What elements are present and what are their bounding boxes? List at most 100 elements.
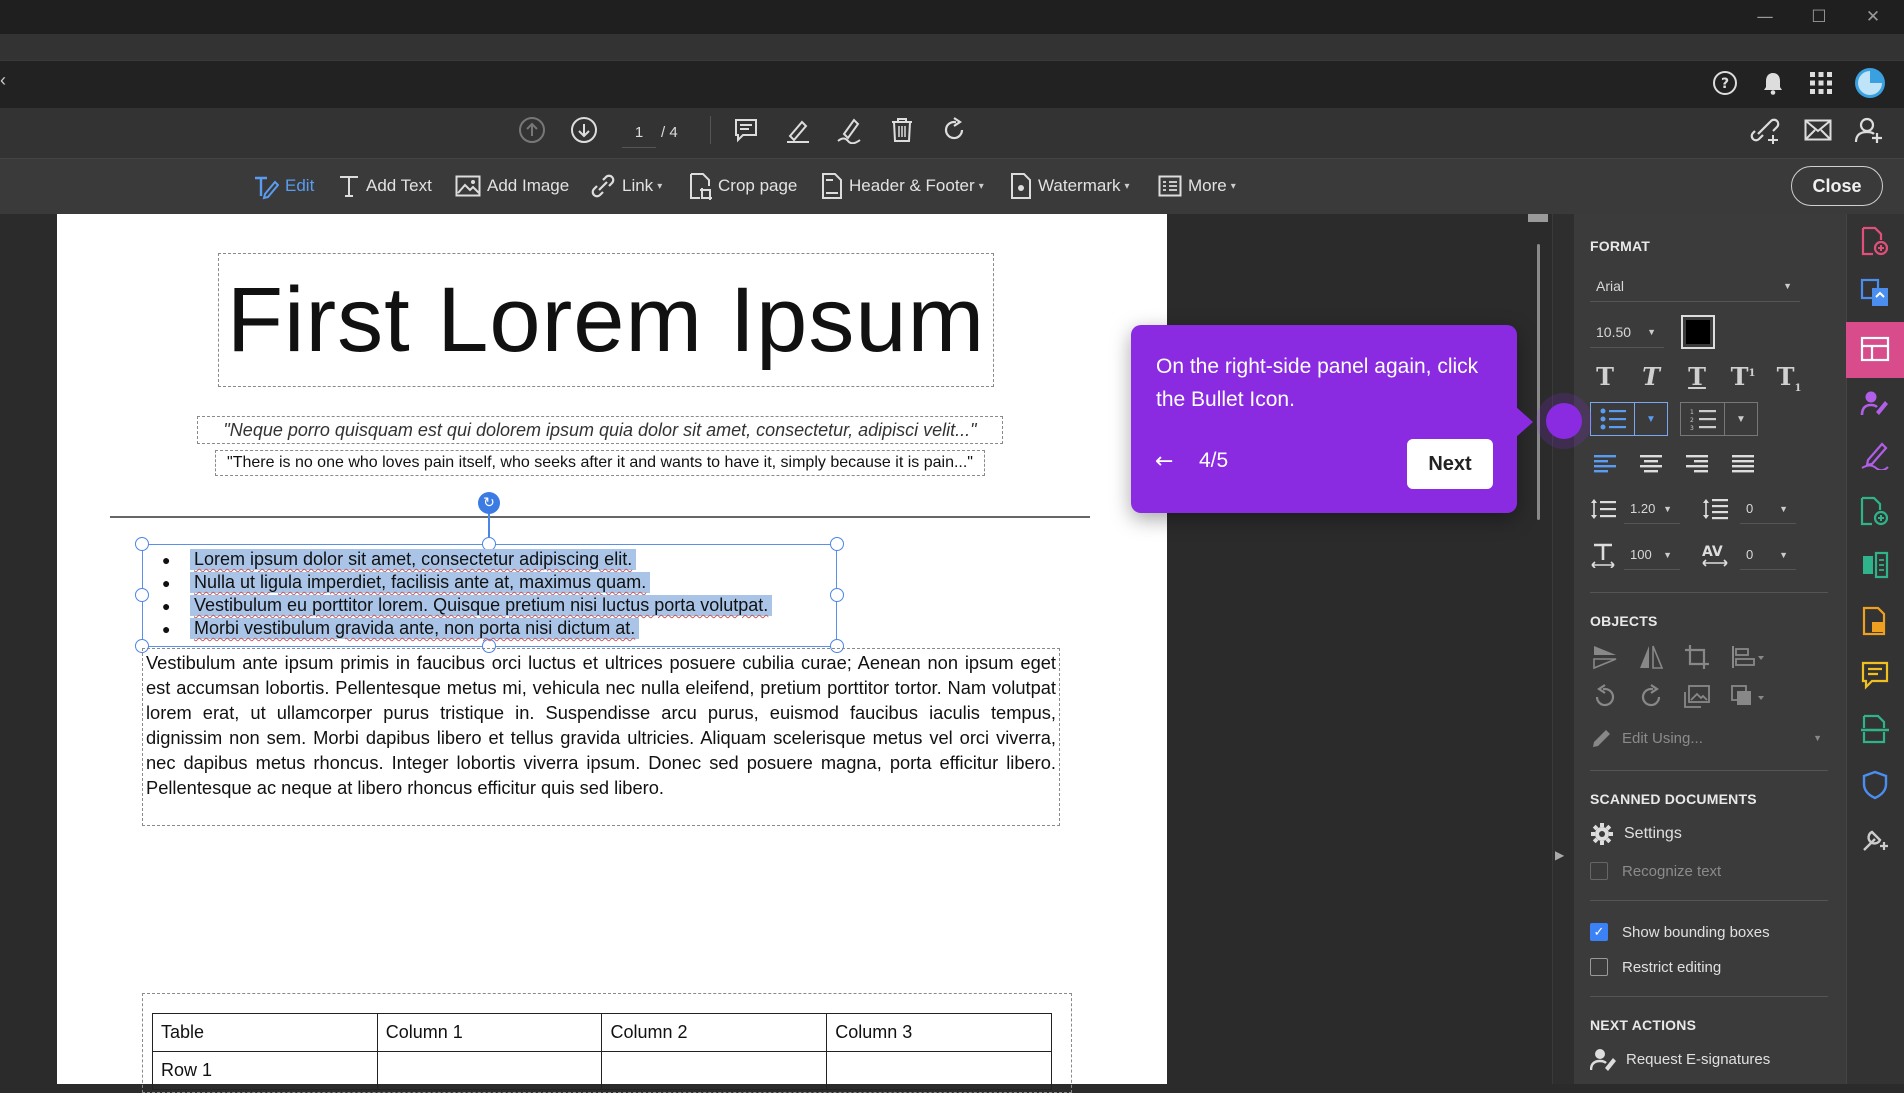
- next-page-icon[interactable]: [568, 114, 600, 146]
- request-esignatures-button[interactable]: Request E-signatures: [1590, 1044, 1770, 1074]
- quote-2-text-box[interactable]: "There is no one who loves pain itself, …: [215, 450, 985, 476]
- page-number-input[interactable]: 1: [622, 118, 656, 148]
- table-cell[interactable]: Table: [152, 1013, 378, 1052]
- font-family-dropdown[interactable]: Arial ▼: [1590, 270, 1800, 302]
- export-pdf-icon[interactable]: [1858, 224, 1892, 258]
- flip-horizontal-icon[interactable]: [1636, 642, 1666, 672]
- edit-using-dropdown[interactable]: Edit Using... ▼: [1590, 722, 1822, 754]
- draw-signature-icon[interactable]: [834, 114, 866, 146]
- document-title[interactable]: First Lorem Ipsum: [227, 268, 985, 373]
- scan-settings-button[interactable]: Settings: [1590, 818, 1682, 850]
- numbered-list-icon[interactable]: 123: [1681, 403, 1725, 435]
- table-cell[interactable]: Column 2: [601, 1013, 828, 1052]
- replace-image-icon[interactable]: [1682, 682, 1712, 712]
- show-bounding-boxes-option[interactable]: ✓ Show bounding boxes: [1590, 917, 1770, 947]
- request-signatures-rail-icon[interactable]: [1858, 386, 1892, 420]
- restrict-editing-checkbox[interactable]: [1590, 958, 1608, 976]
- text-color-swatch[interactable]: [1681, 315, 1715, 349]
- watermark-button[interactable]: Watermark ▾: [1010, 168, 1130, 204]
- walkthrough-beacon[interactable]: [1546, 403, 1582, 439]
- resize-handle-middle-left[interactable]: [135, 588, 149, 602]
- collapse-panel-arrow-icon[interactable]: ▶: [1555, 848, 1564, 862]
- convert-pdf-icon[interactable]: [1858, 276, 1892, 310]
- combine-files-icon[interactable]: [1858, 604, 1892, 638]
- bullet-list[interactable]: ● Lorem ipsum dolor sit amet, consectetur…: [162, 548, 822, 640]
- line-spacing-dropdown[interactable]: 1.20 ▼: [1624, 494, 1680, 524]
- table-cell[interactable]: Column 3: [826, 1013, 1052, 1052]
- protect-shield-icon[interactable]: [1858, 768, 1892, 802]
- body-paragraph[interactable]: Vestibulum ante ipsum primis in faucibus…: [146, 650, 1056, 800]
- show-bounding-boxes-checkbox[interactable]: ✓: [1590, 923, 1608, 941]
- more-tools-wrench-icon[interactable]: [1858, 822, 1892, 856]
- bullet-list-button[interactable]: ▼: [1590, 402, 1668, 436]
- add-text-button[interactable]: Add Text: [338, 168, 432, 204]
- comment-icon[interactable]: [730, 114, 762, 146]
- text-subscript-icon[interactable]: T1: [1774, 362, 1804, 394]
- tooltip-next-button[interactable]: Next: [1407, 439, 1493, 489]
- numbered-list-dropdown-icon[interactable]: ▼: [1725, 403, 1757, 435]
- resize-handle-top-left[interactable]: [135, 537, 149, 551]
- rotate-right-icon[interactable]: [1636, 682, 1666, 712]
- paragraph-spacing-dropdown[interactable]: 0 ▼: [1740, 494, 1796, 524]
- text-bold-icon[interactable]: T: [1590, 362, 1620, 391]
- panel-collapse-strip[interactable]: [1552, 214, 1574, 1084]
- rotate-handle-icon[interactable]: ↻: [478, 492, 500, 514]
- tab-scroll-left-icon[interactable]: ‹: [0, 70, 6, 91]
- organize-pages-icon[interactable]: [1858, 548, 1892, 582]
- rotate-left-icon[interactable]: [1590, 682, 1620, 712]
- link-button[interactable]: Link ▾: [590, 168, 662, 204]
- font-size-dropdown[interactable]: 10.50 ▼: [1590, 316, 1664, 348]
- apps-grid-icon[interactable]: [1804, 66, 1838, 100]
- align-objects-icon[interactable]: [1728, 642, 1768, 672]
- rotate-icon[interactable]: [938, 114, 970, 146]
- restrict-editing-option[interactable]: Restrict editing: [1590, 952, 1721, 982]
- recognize-text-checkbox[interactable]: [1590, 862, 1608, 880]
- fill-sign-icon[interactable]: [1858, 438, 1892, 472]
- align-right-icon[interactable]: [1682, 452, 1712, 476]
- user-avatar[interactable]: [1852, 65, 1888, 101]
- add-image-button[interactable]: Add Image: [455, 168, 569, 204]
- scrollbar-thumb[interactable]: [1537, 244, 1540, 520]
- horizontal-scale-dropdown[interactable]: 100 ▼: [1624, 540, 1680, 570]
- quote-1-text-box[interactable]: "Neque porro quisquam est qui dolorem ip…: [197, 416, 1003, 444]
- align-left-icon[interactable]: [1590, 452, 1620, 476]
- text-underline-icon[interactable]: T: [1682, 362, 1712, 391]
- notifications-bell-icon[interactable]: [1756, 66, 1790, 100]
- crop-page-button[interactable]: Crop page: [688, 168, 797, 204]
- bullet-list-dropdown-icon[interactable]: ▼: [1635, 403, 1667, 435]
- help-icon[interactable]: ?: [1708, 66, 1742, 100]
- list-item[interactable]: ● Nulla ut ligula imperdiet, facilisis an…: [162, 571, 822, 594]
- highlight-pen-icon[interactable]: [782, 114, 814, 146]
- crop-icon[interactable]: [1682, 642, 1712, 672]
- email-envelope-icon[interactable]: [1801, 114, 1835, 146]
- text-superscript-icon[interactable]: T1: [1728, 362, 1758, 391]
- arrange-objects-icon[interactable]: [1728, 682, 1768, 712]
- scan-ocr-icon[interactable]: [1858, 712, 1892, 746]
- close-window-button[interactable]: ✕: [1846, 0, 1900, 34]
- resize-handle-middle-right[interactable]: [830, 588, 844, 602]
- share-user-icon[interactable]: [1852, 113, 1886, 147]
- maximize-button[interactable]: ☐: [1792, 0, 1846, 34]
- comment-rail-icon[interactable]: [1858, 658, 1892, 692]
- align-justify-icon[interactable]: [1728, 452, 1758, 476]
- resize-handle-top-right[interactable]: [830, 537, 844, 551]
- header-footer-button[interactable]: Header & Footer ▾: [821, 168, 984, 204]
- edit-pdf-rail-icon[interactable]: [1858, 333, 1892, 367]
- list-item[interactable]: ● Vestibulum eu porttitor lorem. Quisque …: [162, 594, 822, 617]
- delete-trash-icon[interactable]: [886, 114, 918, 146]
- share-link-icon[interactable]: [1748, 114, 1782, 146]
- document-table[interactable]: Table Column 1 Column 2 Column 3 Row 1: [152, 1013, 1052, 1090]
- close-edit-button[interactable]: Close: [1791, 166, 1883, 206]
- align-center-icon[interactable]: [1636, 452, 1666, 476]
- text-italic-icon[interactable]: T: [1636, 362, 1666, 391]
- list-item[interactable]: ● Lorem ipsum dolor sit amet, consectetur…: [162, 548, 822, 571]
- edit-tool-button[interactable]: Edit: [251, 168, 314, 204]
- flip-vertical-icon[interactable]: [1590, 642, 1620, 672]
- bullet-list-icon[interactable]: [1591, 403, 1635, 435]
- tooltip-back-arrow-icon[interactable]: ←: [1155, 449, 1173, 474]
- list-item[interactable]: ● Morbi vestibulum gravida ante, non port…: [162, 617, 822, 640]
- more-button[interactable]: More ▾: [1158, 168, 1236, 204]
- create-pdf-icon[interactable]: [1858, 494, 1892, 528]
- previous-page-icon[interactable]: [516, 114, 548, 146]
- minimize-button[interactable]: —: [1738, 0, 1792, 34]
